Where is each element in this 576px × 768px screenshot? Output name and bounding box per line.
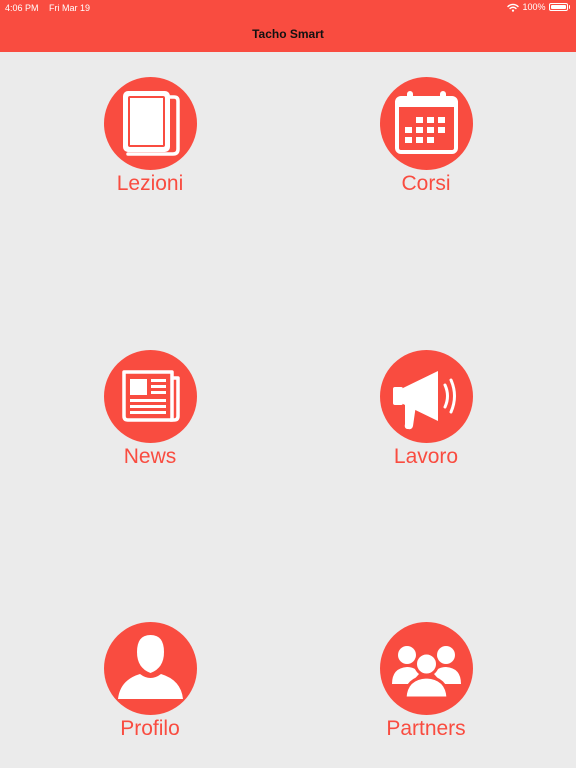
menu-item-news[interactable]: News xyxy=(60,350,240,485)
corsi-circle xyxy=(379,77,473,170)
user-icon xyxy=(117,635,183,699)
menu-item-lezioni[interactable]: Lezioni xyxy=(60,77,240,212)
menu-item-partners[interactable]: Partners xyxy=(336,622,516,757)
calendar-icon xyxy=(394,91,458,154)
partners-label: Partners xyxy=(386,717,466,740)
partners-circle xyxy=(379,622,473,715)
megaphone-icon xyxy=(392,371,456,430)
battery-percent: 100% xyxy=(522,2,546,12)
group-icon xyxy=(391,646,461,700)
battery-fill xyxy=(550,5,566,9)
menu-item-profilo[interactable]: Profilo xyxy=(60,622,240,757)
battery-tip xyxy=(568,5,570,9)
page-title: Tacho Smart xyxy=(252,27,324,41)
lavoro-circle xyxy=(379,350,473,443)
profilo-circle xyxy=(103,622,197,715)
lezioni-label: Lezioni xyxy=(116,172,184,195)
status-bar: 4:06 PM Fri Mar 19 100% xyxy=(0,0,576,16)
wifi-icon xyxy=(507,3,520,12)
lavoro-label: Lavoro xyxy=(393,445,459,468)
book-icon xyxy=(122,91,180,156)
corsi-label: Corsi xyxy=(401,172,451,195)
profilo-label: Profilo xyxy=(120,717,180,740)
status-indicators: 100% xyxy=(507,2,570,12)
battery-icon xyxy=(548,3,568,11)
menu-item-corsi[interactable]: Corsi xyxy=(336,77,516,212)
status-date: Fri Mar 19 xyxy=(49,3,91,13)
newspaper-icon xyxy=(121,370,180,422)
app-header: 4:06 PM Fri Mar 19 100% Tacho Smart xyxy=(0,0,576,52)
lezioni-circle xyxy=(103,77,197,170)
status-time: 4:06 PM xyxy=(5,3,39,13)
news-label: News xyxy=(123,445,177,468)
news-circle xyxy=(103,350,197,443)
menu-item-lavoro[interactable]: Lavoro xyxy=(336,350,516,485)
